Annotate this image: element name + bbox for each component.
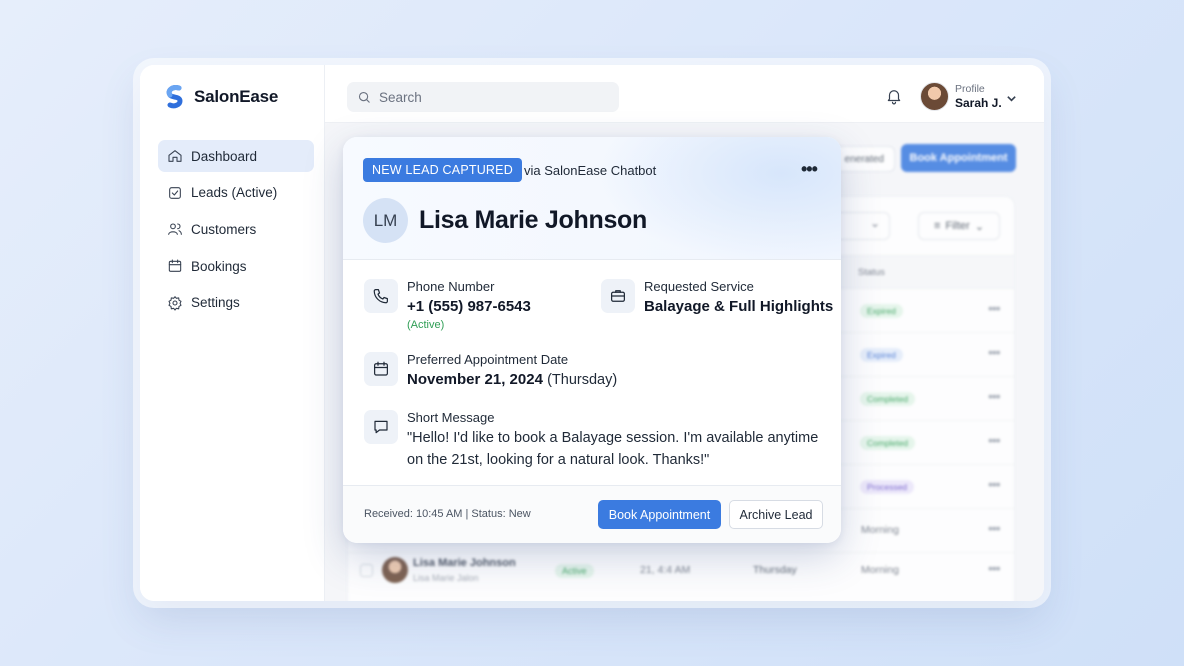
book-appointment-button[interactable]: Book Appointment xyxy=(598,500,721,529)
row-more-icon[interactable]: ••• xyxy=(988,520,1001,536)
row-more-icon[interactable]: ••• xyxy=(988,560,1001,576)
row-name: Lisa Marie Johnson xyxy=(413,557,516,569)
new-lead-tag: NEW LEAD CAPTURED xyxy=(363,158,522,182)
salonease-logo-icon xyxy=(166,85,183,109)
chevron-down-icon: ⌄ xyxy=(974,220,985,233)
row-more-icon[interactable]: ••• xyxy=(988,476,1001,492)
phone-icon xyxy=(373,289,388,304)
notifications-button[interactable] xyxy=(885,87,903,105)
row-date: 21, 4:4 AM xyxy=(640,564,691,576)
sidebar-item-customers[interactable]: Customers xyxy=(158,213,314,245)
row-more-icon[interactable]: ••• xyxy=(988,344,1001,360)
service-icon-box xyxy=(601,279,635,313)
status-badge: Expired xyxy=(860,304,903,318)
sidebar-item-label: Dashboard xyxy=(191,148,258,164)
lead-source: via SalonEase Chatbot xyxy=(524,163,657,178)
gear-icon xyxy=(168,295,182,311)
row-time: Morning xyxy=(861,524,899,536)
row-more-icon[interactable]: ••• xyxy=(988,300,1001,316)
app-name: SalonEase xyxy=(194,87,279,106)
sidebar-item-leads[interactable]: Leads (Active) xyxy=(158,177,314,209)
phone-value[interactable]: +1 (555) 987-6543 xyxy=(407,298,531,315)
filter-label: Filter xyxy=(945,220,970,232)
row-more-icon[interactable]: ••• xyxy=(988,432,1001,448)
phone-icon-box xyxy=(364,279,398,313)
lead-name: Lisa Marie Johnson xyxy=(419,206,647,234)
search-icon xyxy=(358,91,370,103)
top-bar: Search Profile Sarah J. xyxy=(325,65,1044,123)
sidebar-nav: Dashboard Leads (Active) Customers Booki… xyxy=(158,140,314,323)
status-badge: Active xyxy=(555,564,594,578)
message-value: "Hello! I'd like to book a Balayage sess… xyxy=(407,430,819,468)
sidebar-item-label: Customers xyxy=(191,221,257,237)
row-more-icon[interactable]: ••• xyxy=(988,388,1001,404)
profile-name: Sarah J. xyxy=(955,95,1002,110)
sidebar-item-dashboard[interactable]: Dashboard xyxy=(158,140,314,172)
archive-lead-button[interactable]: Archive Lead xyxy=(729,500,823,529)
status-column-header[interactable]: Status xyxy=(858,267,885,278)
header-book-appointment-button[interactable]: Book Appointment xyxy=(901,144,1016,172)
status-badge: Completed xyxy=(860,392,916,406)
phone-label: Phone Number xyxy=(407,279,495,294)
date-value-wrap: November 21, 2024 (Thursday) xyxy=(407,371,617,388)
date-label: Preferred Appointment Date xyxy=(407,352,569,367)
avatar[interactable] xyxy=(920,82,949,111)
message-icon xyxy=(374,420,388,434)
sidebar-item-bookings[interactable]: Bookings xyxy=(158,250,314,282)
table-row[interactable]: Lisa Marie Johnson Lisa Marie Jalon Acti… xyxy=(348,549,1014,593)
bell-icon xyxy=(887,90,901,105)
status-badge: Completed xyxy=(860,436,916,450)
briefcase-icon xyxy=(611,290,625,302)
home-icon xyxy=(168,150,182,162)
sidebar-item-label: Bookings xyxy=(191,258,247,274)
avatar xyxy=(382,557,408,583)
message-label: Short Message xyxy=(407,410,495,425)
lead-initials-avatar: LM xyxy=(363,198,408,243)
search-input[interactable]: Search xyxy=(347,82,619,112)
phone-status: (Active) xyxy=(407,319,445,331)
sidebar-item-settings[interactable]: Settings xyxy=(158,287,314,319)
profile-label: Profile xyxy=(955,83,985,95)
service-label: Requested Service xyxy=(644,279,754,294)
status-badge: Expired xyxy=(860,348,903,362)
date-value: November 21, 2024 xyxy=(407,371,543,388)
received-status: Received: 10:45 AM | Status: New xyxy=(364,508,531,520)
row-subtitle: Lisa Marie Jalon xyxy=(413,573,479,583)
filter-icon: ≡ xyxy=(933,220,941,232)
lead-card-footer: Received: 10:45 AM | Status: New Book Ap… xyxy=(343,485,841,543)
service-value: Balayage & Full Highlights xyxy=(644,298,834,315)
profile-dropdown[interactable] xyxy=(1006,91,1017,102)
calendar-icon xyxy=(168,259,182,272)
date-icon-box xyxy=(364,352,398,386)
users-icon xyxy=(168,223,182,236)
date-day: (Thursday) xyxy=(547,372,618,388)
row-time: Morning xyxy=(861,564,899,576)
checkbox-icon xyxy=(169,186,181,199)
sidebar-item-label: Leads (Active) xyxy=(191,185,278,201)
calendar-icon xyxy=(374,361,388,376)
filter-button[interactable]: ≡ Filter ⌄ xyxy=(918,212,1000,240)
sidebar: SalonEase Dashboard Leads (Active) Custo… xyxy=(140,65,325,601)
profile-menu[interactable]: Profile Sarah J. xyxy=(955,83,1002,110)
row-checkbox[interactable] xyxy=(360,564,373,577)
search-placeholder: Search xyxy=(379,89,422,105)
row-day: Thursday xyxy=(753,564,797,576)
status-badge: Processed xyxy=(860,480,915,494)
new-lead-card: NEW LEAD CAPTURED via SalonEase Chatbot … xyxy=(343,137,841,543)
lead-card-header: NEW LEAD CAPTURED via SalonEase Chatbot … xyxy=(343,137,841,260)
app-logo[interactable]: SalonEase xyxy=(164,85,278,109)
chevron-down-icon xyxy=(1007,96,1016,102)
more-options-icon[interactable]: ••• xyxy=(801,159,818,180)
sidebar-item-label: Settings xyxy=(191,295,240,311)
message-icon-box xyxy=(364,410,398,444)
